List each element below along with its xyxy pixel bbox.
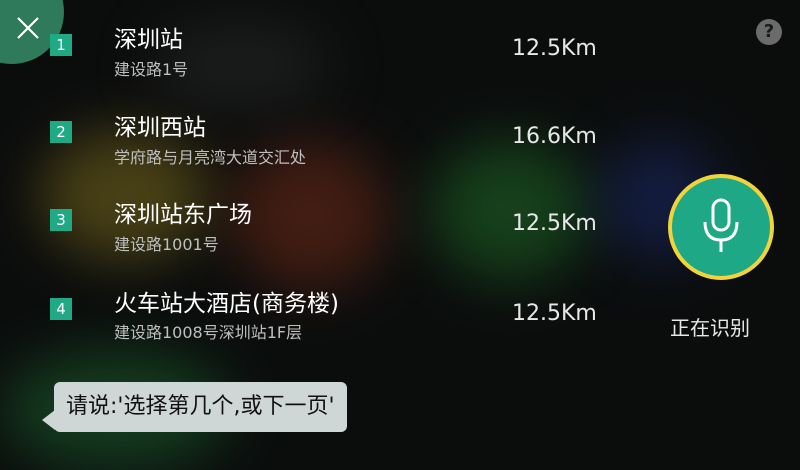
item-index-badge: 1: [50, 34, 72, 56]
item-title: 深圳站: [114, 27, 183, 53]
list-item[interactable]: 2 深圳西站 学府路与月亮湾大道交汇处 16.6Km: [0, 106, 640, 186]
item-title: 火车站大酒店(商务楼): [114, 291, 339, 317]
list-item[interactable]: 3 深圳站东广场 建设路1001号 12.5Km: [0, 194, 640, 274]
item-index-badge: 2: [50, 121, 72, 143]
item-distance: 12.5Km: [512, 301, 597, 326]
voice-prompt: 请说:'选择第几个,或下一页': [54, 382, 347, 432]
microphone-icon: [703, 198, 739, 252]
list-item[interactable]: 4 火车站大酒店(商务楼) 建设路1008号深圳站1F层 12.5Km: [0, 283, 640, 363]
item-title: 深圳西站: [114, 115, 206, 141]
item-address: 建设路1号: [114, 60, 189, 79]
item-address: 学府路与月亮湾大道交汇处: [114, 148, 307, 167]
microphone-button[interactable]: [668, 174, 774, 280]
item-title: 深圳站东广场: [114, 202, 252, 228]
item-distance: 12.5Km: [512, 211, 597, 236]
item-address: 建设路1001号: [114, 235, 219, 254]
item-distance: 12.5Km: [512, 36, 597, 61]
help-icon[interactable]: ?: [756, 19, 782, 45]
item-address: 建设路1008号深圳站1F层: [114, 323, 303, 342]
item-index-badge: 3: [50, 209, 72, 231]
voice-status: 正在识别: [670, 316, 750, 340]
item-index-badge: 4: [50, 298, 72, 320]
list-item[interactable]: 1 深圳站 建设路1号 12.5Km: [0, 20, 640, 100]
item-distance: 16.6Km: [512, 124, 597, 149]
